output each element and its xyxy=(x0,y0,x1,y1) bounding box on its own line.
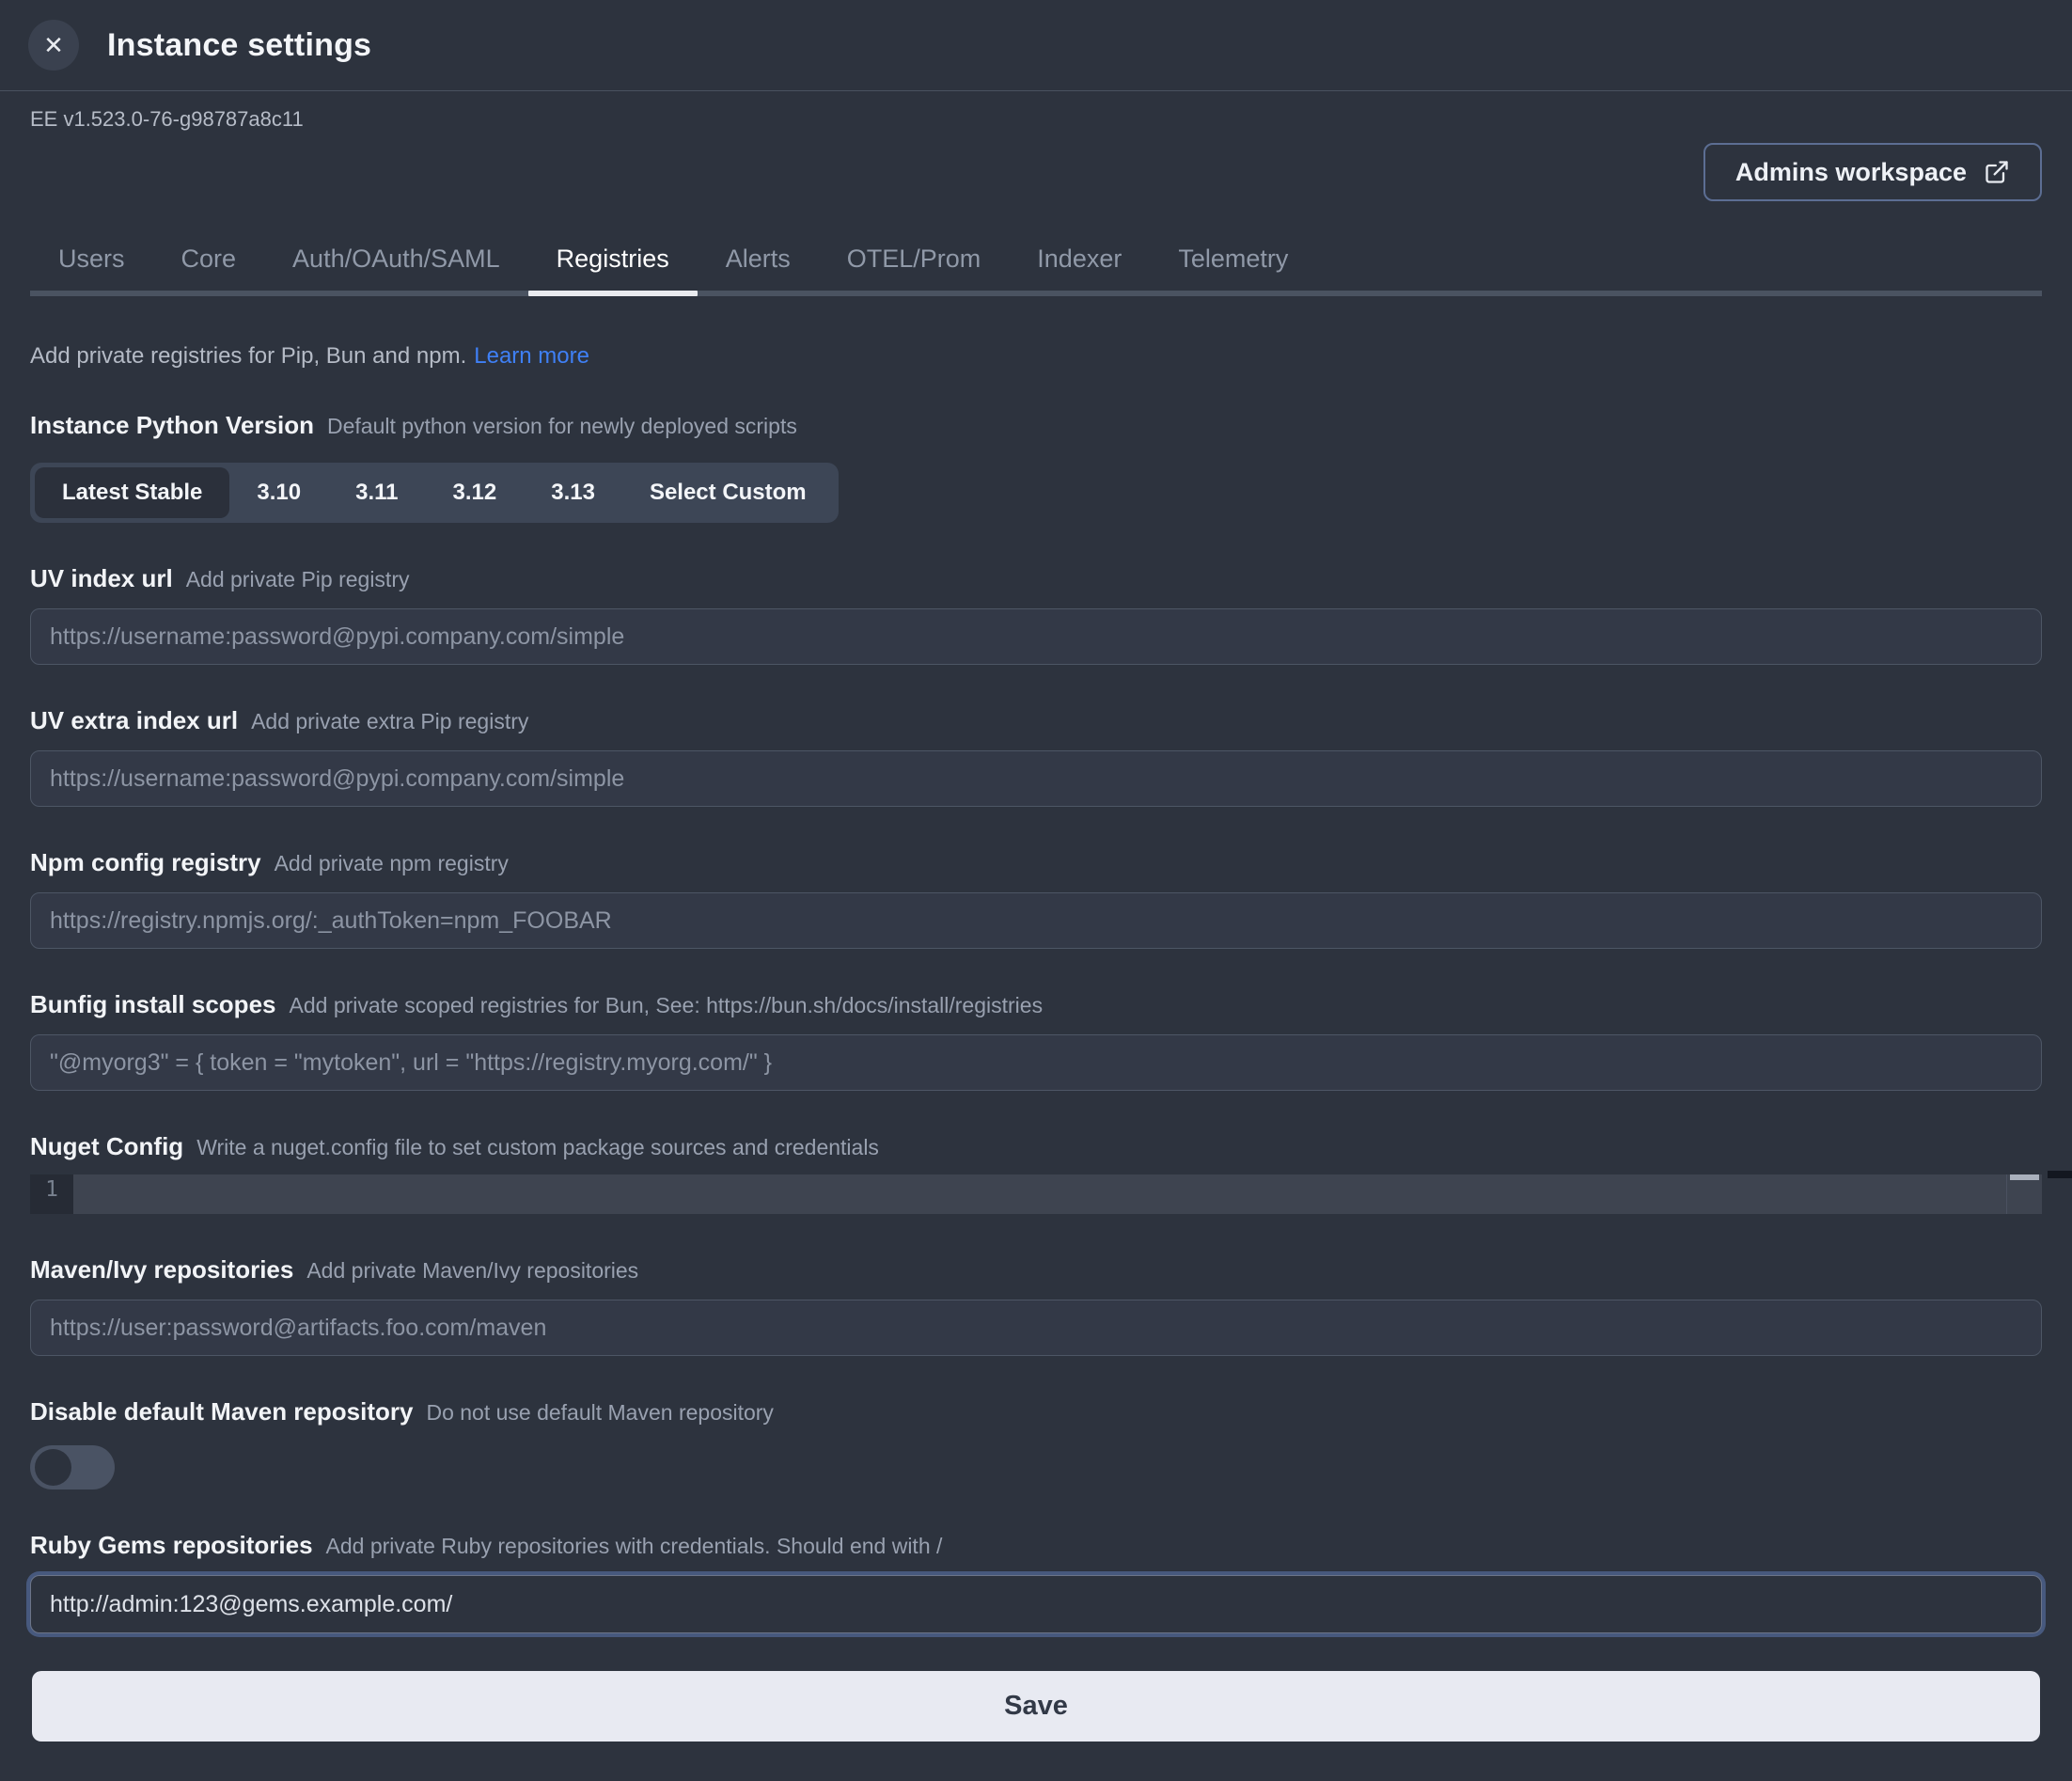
disable-default-maven-description: Do not use default Maven repository xyxy=(426,1400,773,1426)
page-title: Instance settings xyxy=(107,27,371,64)
maven-repositories-input[interactable] xyxy=(30,1300,2042,1356)
python-option-latest-stable[interactable]: Latest Stable xyxy=(35,467,229,518)
tab-core[interactable]: Core xyxy=(153,244,265,296)
version-label: EE v1.523.0-76-g98787a8c11 xyxy=(30,107,2042,132)
python-option-3-11[interactable]: 3.11 xyxy=(328,467,425,518)
tab-alerts[interactable]: Alerts xyxy=(698,244,819,296)
tab-auth-oauth-saml[interactable]: Auth/OAuth/SAML xyxy=(264,244,528,296)
bunfig-install-scopes-label: Bunfig install scopes xyxy=(30,990,276,1019)
editor-scrollbar[interactable] xyxy=(2006,1174,2042,1214)
python-version-description: Default python version for newly deploye… xyxy=(327,414,797,439)
uv-extra-index-url-description: Add private extra Pip registry xyxy=(251,709,528,734)
nuget-config-editor-line[interactable] xyxy=(73,1174,2006,1214)
python-option-3-12[interactable]: 3.12 xyxy=(426,467,525,518)
settings-tabs: Users Core Auth/OAuth/SAML Registries Al… xyxy=(30,244,2042,296)
uv-index-url-group: UV index url Add private Pip registry xyxy=(30,564,2042,665)
npm-config-registry-description: Add private npm registry xyxy=(275,851,509,876)
python-version-group: Instance Python Version Default python v… xyxy=(30,411,2042,523)
nuget-config-description: Write a nuget.config file to set custom … xyxy=(196,1135,879,1160)
bunfig-install-scopes-description: Add private scoped registries for Bun, S… xyxy=(290,993,1044,1018)
ruby-gems-repositories-label: Ruby Gems repositories xyxy=(30,1531,313,1560)
npm-config-registry-label: Npm config registry xyxy=(30,848,261,877)
python-option-select-custom[interactable]: Select Custom xyxy=(622,467,834,518)
close-icon: ✕ xyxy=(43,33,64,57)
registries-intro: Add private registries for Pip, Bun and … xyxy=(30,343,2042,370)
ruby-gems-repositories-input[interactable] xyxy=(30,1575,2042,1633)
learn-more-link[interactable]: Learn more xyxy=(474,343,589,369)
python-version-label: Instance Python Version xyxy=(30,411,314,440)
uv-extra-index-url-group: UV extra index url Add private extra Pip… xyxy=(30,706,2042,807)
clipped-workspace-title: Windmill xyxy=(30,91,2042,98)
settings-content: Windmill EE v1.523.0-76-g98787a8c11 Admi… xyxy=(0,91,2072,1742)
npm-config-registry-input[interactable] xyxy=(30,892,2042,949)
uv-index-url-description: Add private Pip registry xyxy=(186,567,410,592)
bunfig-install-scopes-input[interactable] xyxy=(30,1034,2042,1091)
tab-users[interactable]: Users xyxy=(30,244,153,296)
close-button[interactable]: ✕ xyxy=(28,20,79,71)
window-scrollbar-thumb xyxy=(2048,1171,2072,1178)
toggle-knob xyxy=(35,1449,71,1486)
disable-default-maven-group: Disable default Maven repository Do not … xyxy=(30,1397,2042,1489)
tab-telemetry[interactable]: Telemetry xyxy=(1150,244,1316,296)
uv-extra-index-url-input[interactable] xyxy=(30,750,2042,807)
bunfig-install-scopes-group: Bunfig install scopes Add private scoped… xyxy=(30,990,2042,1091)
uv-index-url-label: UV index url xyxy=(30,564,173,593)
editor-line-number: 1 xyxy=(30,1174,73,1214)
admins-workspace-button[interactable]: Admins workspace xyxy=(1703,143,2042,201)
nuget-config-editor: 1 xyxy=(30,1174,2042,1214)
maven-repositories-label: Maven/Ivy repositories xyxy=(30,1255,293,1285)
save-button[interactable]: Save xyxy=(32,1671,2040,1742)
editor-scrollbar-thumb[interactable] xyxy=(2010,1174,2039,1180)
intro-text: Add private registries for Pip, Bun and … xyxy=(30,343,466,369)
tab-indexer[interactable]: Indexer xyxy=(1009,244,1150,296)
nuget-config-label: Nuget Config xyxy=(30,1132,183,1161)
admins-workspace-label: Admins workspace xyxy=(1735,158,1967,187)
npm-config-registry-group: Npm config registry Add private npm regi… xyxy=(30,848,2042,949)
ruby-gems-repositories-description: Add private Ruby repositories with crede… xyxy=(326,1534,943,1559)
disable-default-maven-label: Disable default Maven repository xyxy=(30,1397,413,1426)
external-link-icon xyxy=(1984,159,2010,185)
maven-repositories-group: Maven/Ivy repositories Add private Maven… xyxy=(30,1255,2042,1356)
tab-registries[interactable]: Registries xyxy=(528,244,698,296)
nuget-config-group: Nuget Config Write a nuget.config file t… xyxy=(30,1132,2042,1214)
uv-index-url-input[interactable] xyxy=(30,608,2042,665)
ruby-gems-repositories-group: Ruby Gems repositories Add private Ruby … xyxy=(30,1531,2042,1633)
python-option-3-10[interactable]: 3.10 xyxy=(229,467,328,518)
python-version-segmented-control: Latest Stable 3.10 3.11 3.12 3.13 Select… xyxy=(30,463,839,523)
workspace-button-row: Admins workspace xyxy=(30,143,2042,201)
disable-default-maven-toggle[interactable] xyxy=(30,1445,115,1489)
tab-otel-prom[interactable]: OTEL/Prom xyxy=(819,244,1010,296)
python-option-3-13[interactable]: 3.13 xyxy=(524,467,622,518)
uv-extra-index-url-label: UV extra index url xyxy=(30,706,238,735)
maven-repositories-description: Add private Maven/Ivy repositories xyxy=(306,1258,638,1284)
modal-header: ✕ Instance settings xyxy=(0,0,2072,91)
